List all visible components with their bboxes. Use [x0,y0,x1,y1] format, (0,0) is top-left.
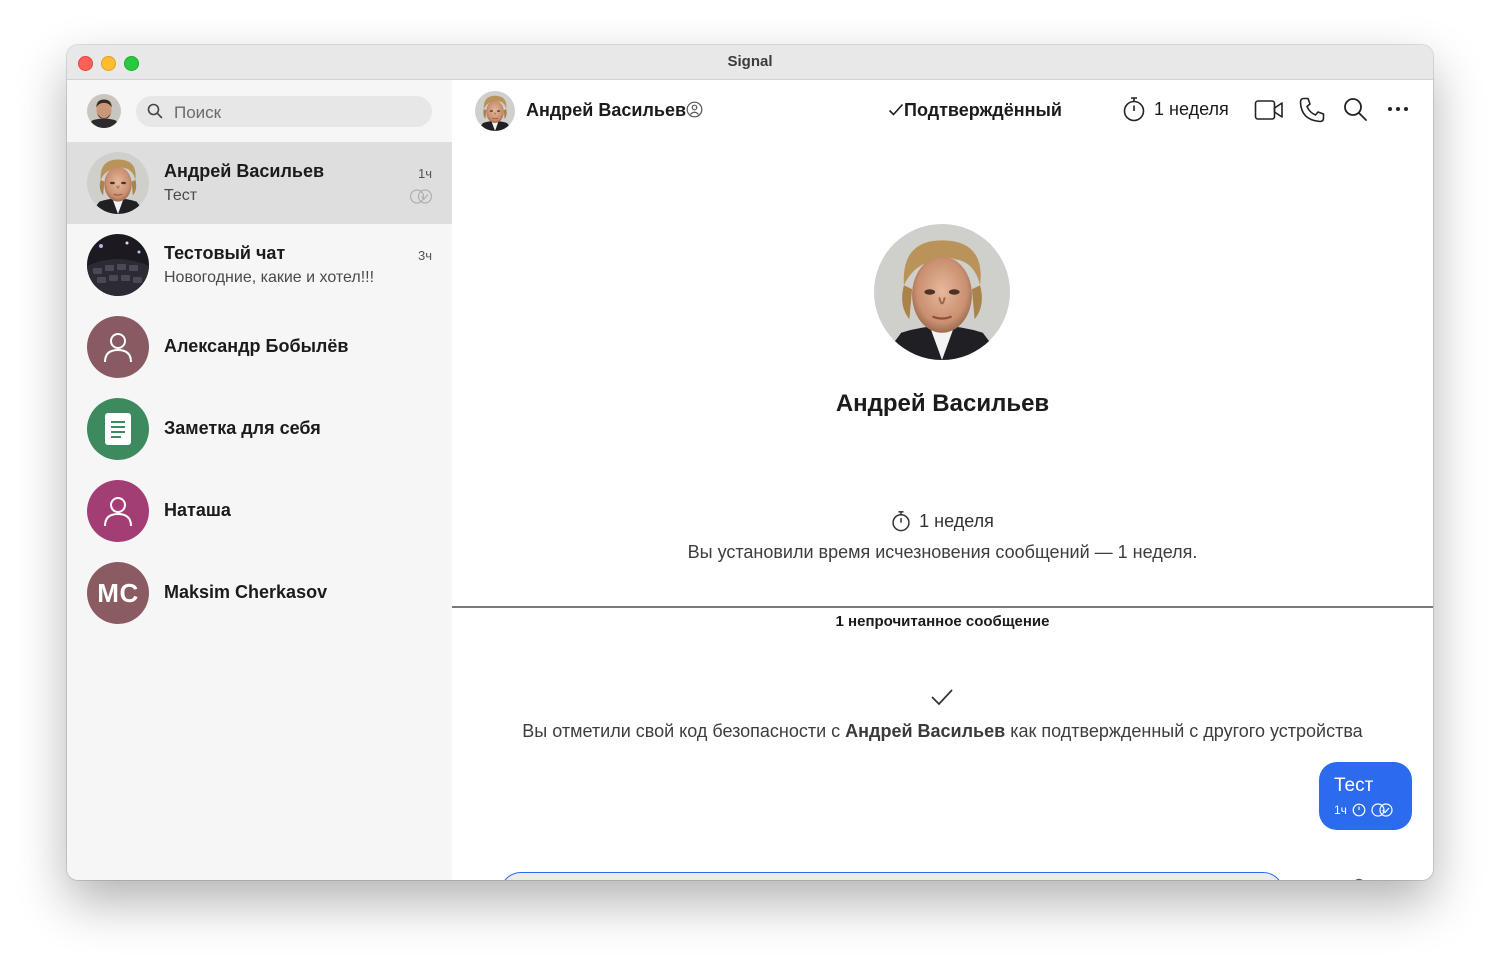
timer-label: 1 неделя [1154,98,1229,119]
safety-number-notice: Вы отметили свой код безопасности с Андр… [452,721,1433,742]
conversation-item[interactable]: Заметка для себя [67,388,452,470]
conversation-name: Наташа [164,500,231,520]
conversation-sidebar: Андрей Васильев Тест 1ч [67,80,452,880]
contact-info-icon[interactable] [686,101,703,118]
person-icon [104,333,132,363]
search-box[interactable] [136,96,432,129]
message-time: 1ч [1334,803,1347,817]
timer-icon [892,511,910,532]
person-icon [104,497,132,527]
my-profile-avatar[interactable] [87,94,121,128]
contact-profile-avatar[interactable] [874,224,1010,360]
chat-header: Андрей Васильев Подтверждённый 1 неделя [452,80,1433,142]
avatar [87,398,149,460]
conversation-name: Тестовый чат [164,243,286,263]
group-avatar [87,234,149,296]
video-call-icon[interactable] [1254,98,1284,122]
microphone-icon[interactable] [1348,878,1370,880]
conversation-preview: Новогодние, какие и хотел!!! [164,269,375,286]
conversation-name: Андрей Васильев [164,161,325,181]
chat-panel: Андрей Васильев Подтверждённый 1 неделя [452,80,1433,880]
conversation-name: Maksim Cherkasov [164,582,328,602]
message-input[interactable] [515,873,1259,880]
note-icon [105,413,131,445]
message-text: Тест [1334,775,1374,796]
unread-divider-line [452,606,1433,608]
conversation-preview: Тест [164,187,198,204]
title-bar: Signal [67,45,1433,80]
contact-avatar[interactable] [475,91,515,131]
search-icon [147,103,163,119]
message-composer[interactable] [500,872,1284,880]
read-receipt-icon [1371,803,1393,817]
unread-divider-label: 1 непрочитанное сообщение [835,613,1050,630]
disappearing-timer-button[interactable]: 1 неделя [1122,96,1229,122]
timer-notice: 1 неделя [452,510,1433,532]
checkmark-icon [888,103,904,116]
app-window: Signal Андрей Васильев Тест 1ч [67,45,1433,880]
search-input[interactable] [172,96,426,129]
checkmark-icon [931,689,953,706]
timer-notice-text: Вы установили время исчезновения сообщен… [687,542,1198,562]
outgoing-message[interactable]: Тест 1ч [1319,762,1412,830]
window-title: Signal [727,53,773,70]
safety-notice-suffix: как подтвержденный с другого устройства [1005,721,1363,741]
conversation-item[interactable]: MC Maksim Cherkasov [67,552,452,634]
timer-notice-label: 1 неделя [919,510,994,531]
avatar: MC [87,562,149,624]
more-options-icon[interactable] [1387,106,1409,112]
message-meta: 1ч [1334,803,1393,817]
conversation-item[interactable]: Александр Бобылёв [67,306,452,388]
contact-profile-name: Андрей Васильев [835,390,1050,417]
conversation-name: Заметка для себя [164,418,321,438]
conversation-time: 3ч [417,248,432,263]
timer-icon [1352,803,1366,817]
safety-notice-contact[interactable]: Андрей Васильев [845,721,1005,741]
verified-status: Подтверждённый [888,100,1062,121]
contact-name[interactable]: Андрей Васильев [526,100,686,121]
search-icon[interactable] [1343,97,1368,122]
read-receipt-icon [409,189,433,204]
avatar-initials: MC [97,577,139,608]
avatar [87,152,149,214]
phone-call-icon[interactable] [1298,96,1326,124]
timer-icon [1123,97,1145,122]
avatar [87,480,149,542]
conversation-item[interactable]: Наташа [67,470,452,552]
verified-label: Подтверждённый [904,100,1062,120]
safety-notice-prefix: Вы отметили свой код безопасности с [522,721,846,741]
conversation-time: 1ч [417,166,432,181]
avatar [87,316,149,378]
conversation-name: Александр Бобылёв [164,336,349,356]
conversation-item[interactable]: Андрей Васильев Тест 1ч [67,142,452,224]
conversation-item[interactable]: Тестовый чат Новогодние, какие и хотел!!… [67,224,452,306]
